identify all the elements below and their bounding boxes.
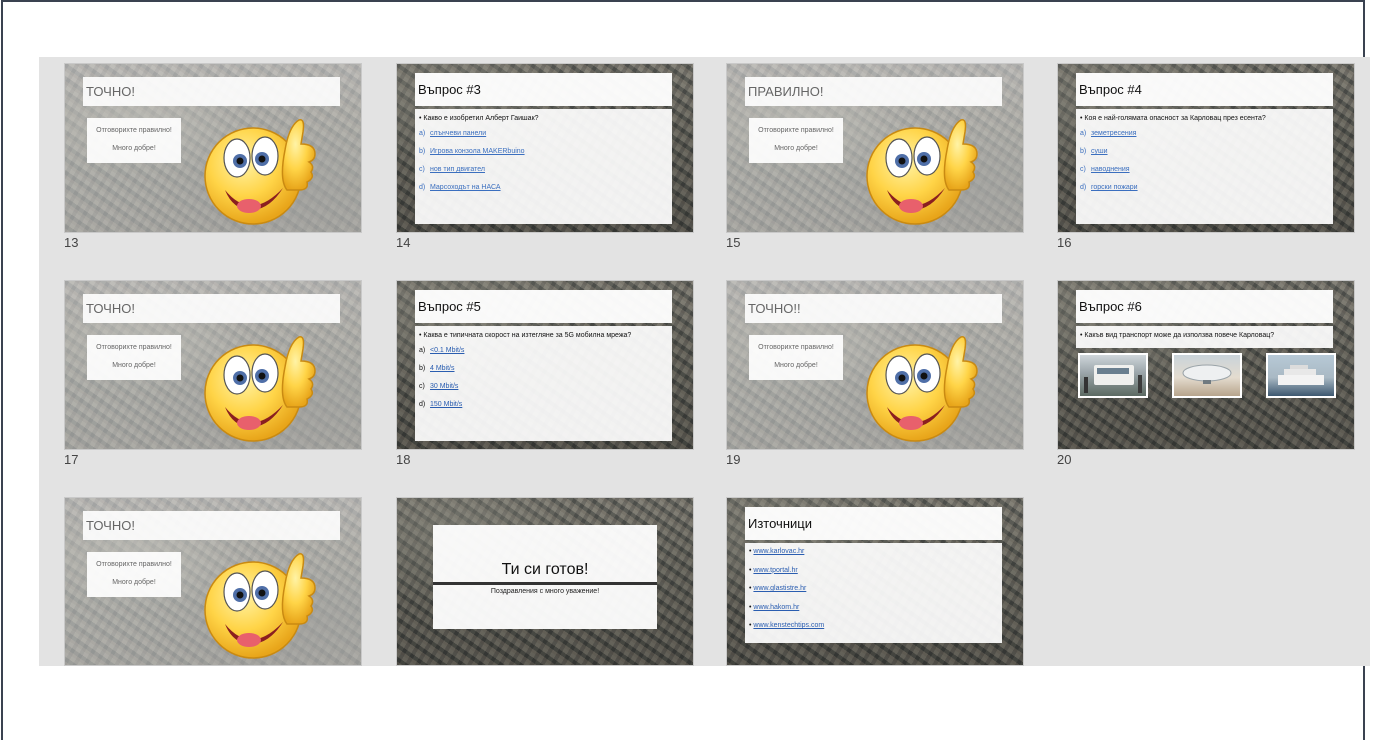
slide-thumbnail-19[interactable]: ТОЧНО!! Отговорихте правилно! Много добре… [726, 280, 1024, 450]
feedback-box: Отговорихте правилно! Много добре! [749, 335, 843, 380]
source-link[interactable]: • www.hakom.hr [749, 603, 998, 613]
slide-thumbnail-21[interactable]: ТОЧНО! Отговорихте правилно! Много добре! [64, 497, 362, 666]
slide-title: ПРАВИЛНО! [745, 77, 1002, 106]
slide-sorter: ТОЧНО! Отговорихте правилно! Много добре!… [39, 57, 1370, 666]
slide-thumbnail-14[interactable]: Въпрос #3 • Какво е изобретил Алберт Гаи… [396, 63, 694, 233]
slide-number: 14 [396, 235, 411, 250]
slide-number: 18 [396, 452, 411, 467]
feedback-line: Отговорихте правилно! [96, 561, 172, 568]
feedback-box: Отговорихте правилно! Много добре! [87, 552, 181, 597]
bus-photo[interactable] [1078, 353, 1148, 398]
answer-option[interactable]: b) суши [1080, 147, 1329, 157]
question-text: • Какъв вид транспорт може да използва п… [1080, 332, 1275, 339]
slide-number: 16 [1057, 235, 1072, 250]
feedback-line: Отговорихте правилно! [758, 127, 834, 134]
feedback-line: Много добре! [112, 145, 156, 152]
thumbs-up-emoji-icon [204, 336, 316, 442]
question-text: • Каква е типичната скорост на изтегляне… [419, 332, 632, 339]
question-body: • Каква е типичната скорост на изтегляне… [415, 326, 672, 441]
slide-thumbnail-20[interactable]: Въпрос #6 • Какъв вид транспорт може да … [1057, 280, 1355, 450]
transport-photos [1058, 353, 1354, 398]
feedback-line: Много добре! [774, 362, 818, 369]
feedback-line: Много добре! [112, 579, 156, 586]
slide-title: Въпрос #5 [415, 290, 672, 323]
thumbs-up-emoji-icon [204, 553, 316, 659]
source-link[interactable]: • www.glastistre.hr [749, 584, 998, 594]
slide-number: 17 [64, 452, 79, 467]
answer-option[interactable]: c) наводнения [1080, 165, 1329, 175]
end-title: Ти си готов! [501, 561, 589, 578]
question-text: • Какво е изобретил Алберт Гаишак? [419, 115, 539, 122]
airship-photo[interactable] [1172, 353, 1242, 398]
answer-option[interactable]: d) 150 Mbit/s [419, 400, 668, 410]
slide-thumbnail-13[interactable]: ТОЧНО! Отговорихте правилно! Много добре! [64, 63, 362, 233]
thumbs-up-emoji-icon [204, 119, 316, 225]
answer-option[interactable]: a) <0.1 Mbit/s [419, 346, 668, 356]
slide-title: ТОЧНО! [83, 511, 340, 540]
slide-thumbnail-17[interactable]: ТОЧНО! Отговорихте правилно! Много добре! [64, 280, 362, 450]
answer-option[interactable]: a) земетресения [1080, 129, 1329, 139]
slide-thumbnail-15[interactable]: ПРАВИЛНО! Отговорихте правилно! Много доб… [726, 63, 1024, 233]
source-link[interactable]: • www.kenstechtips.com [749, 621, 998, 631]
slide-title: Въпрос #3 [415, 73, 672, 106]
answer-option[interactable]: b) 4 Mbit/s [419, 364, 668, 374]
answer-option[interactable]: a) слънчеви панели [419, 129, 668, 139]
question-body: • Какво е изобретил Алберт Гаишак? a) слъ… [415, 109, 672, 224]
slide-title: Въпрос #4 [1076, 73, 1333, 106]
feedback-line: Отговорихте правилно! [96, 344, 172, 351]
answer-option[interactable]: c) 30 Mbit/s [419, 382, 668, 392]
question-body: • Какъв вид транспорт може да използва п… [1076, 326, 1333, 348]
thumbs-up-emoji-icon [866, 119, 978, 225]
question-body: • Коя е най-голямата опасност за Карлова… [1076, 109, 1333, 224]
slide-number: 20 [1057, 452, 1072, 467]
answer-option[interactable]: d) горски пожари [1080, 183, 1329, 193]
slide-thumbnail-23[interactable]: Източници • www.karlovac.hr • www.tporta… [726, 497, 1024, 666]
slide-title: ТОЧНО! [83, 77, 340, 106]
feedback-box: Отговорихте правилно! Много добре! [87, 335, 181, 380]
slide-thumbnail-18[interactable]: Въпрос #5 • Каква е типичната скорост на… [396, 280, 694, 450]
ship-photo[interactable] [1266, 353, 1336, 398]
feedback-line: Много добре! [112, 362, 156, 369]
window-frame: ТОЧНО! Отговорихте правилно! Много добре!… [1, 0, 1370, 740]
answer-option[interactable]: b) Игрова конзола MAKERbuino [419, 147, 668, 157]
slide-title: Въпрос #6 [1076, 290, 1333, 323]
answer-option[interactable]: c) нов тип двигател [419, 165, 668, 175]
question-text: • Коя е най-голямата опасност за Карлова… [1080, 115, 1266, 122]
slide-title: ТОЧНО! [83, 294, 340, 323]
feedback-line: Отговорихте правилно! [758, 344, 834, 351]
slide-thumbnail-16[interactable]: Въпрос #4 • Коя е най-голямата опасност … [1057, 63, 1355, 233]
feedback-box: Отговорихте правилно! Много добре! [749, 118, 843, 163]
slide-number: 13 [64, 235, 79, 250]
source-link[interactable]: • www.tportal.hr [749, 566, 998, 576]
feedback-line: Много добре! [774, 145, 818, 152]
slide-title: Източници [745, 507, 1002, 540]
slide-number: 19 [726, 452, 741, 467]
feedback-box: Отговорихте правилно! Много добре! [87, 118, 181, 163]
divider [433, 582, 657, 585]
slide-thumbnail-22[interactable]: Ти си готов! Поздравления с много уважен… [396, 497, 694, 666]
slide-title: ТОЧНО!! [745, 294, 1002, 323]
sources-list: • www.karlovac.hr • www.tportal.hr • www… [745, 543, 1002, 643]
slide-number: 15 [726, 235, 741, 250]
feedback-line: Отговорихте правилно! [96, 127, 172, 134]
source-link[interactable]: • www.karlovac.hr [749, 547, 998, 557]
thumbs-up-emoji-icon [866, 336, 978, 442]
end-subtitle: Поздравления с много уважение! [490, 588, 600, 595]
answer-option[interactable]: d) Марсоходът на НАСА [419, 183, 668, 193]
